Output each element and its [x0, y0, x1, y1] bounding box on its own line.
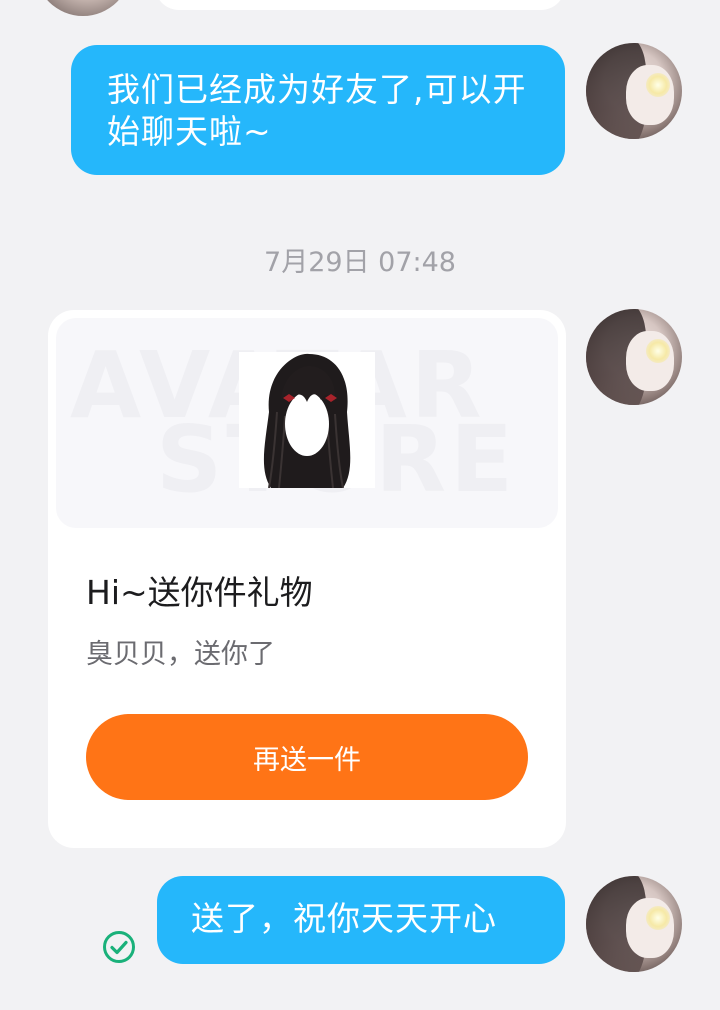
gift-subtitle: 臭贝贝，送你了 [86, 639, 275, 670]
send-another-gift-button[interactable]: 再送一件 [86, 714, 528, 800]
user-avatar[interactable] [586, 43, 682, 139]
user-avatar[interactable] [586, 876, 682, 972]
message-timestamp: 7月29日 07:48 [264, 247, 456, 278]
gift-hair-image[interactable] [239, 352, 375, 489]
gift-banner: AVATAR STORE [56, 318, 558, 528]
gift-title: Hi~送你件礼物 [86, 573, 313, 612]
previous-message-bubble [155, 0, 565, 10]
hair-wig-icon [263, 353, 351, 489]
user-avatar[interactable] [586, 309, 682, 405]
message-bubble-friend-added[interactable]: 我们已经成为好友了,可以开始聊天啦~ [71, 45, 565, 175]
previous-message-avatar[interactable] [35, 0, 131, 16]
message-bubble-wishes[interactable]: 送了，祝你天天开心 [157, 876, 565, 964]
gift-card-message[interactable]: AVATAR STORE Hi~送你件礼物 臭贝贝，送你了 再送一件 [48, 310, 566, 848]
check-circle-icon [103, 931, 135, 963]
message-text: 送了，祝你天天开心 [191, 899, 497, 938]
message-text: 我们已经成为好友了,可以开始聊天啦~ [107, 70, 527, 151]
